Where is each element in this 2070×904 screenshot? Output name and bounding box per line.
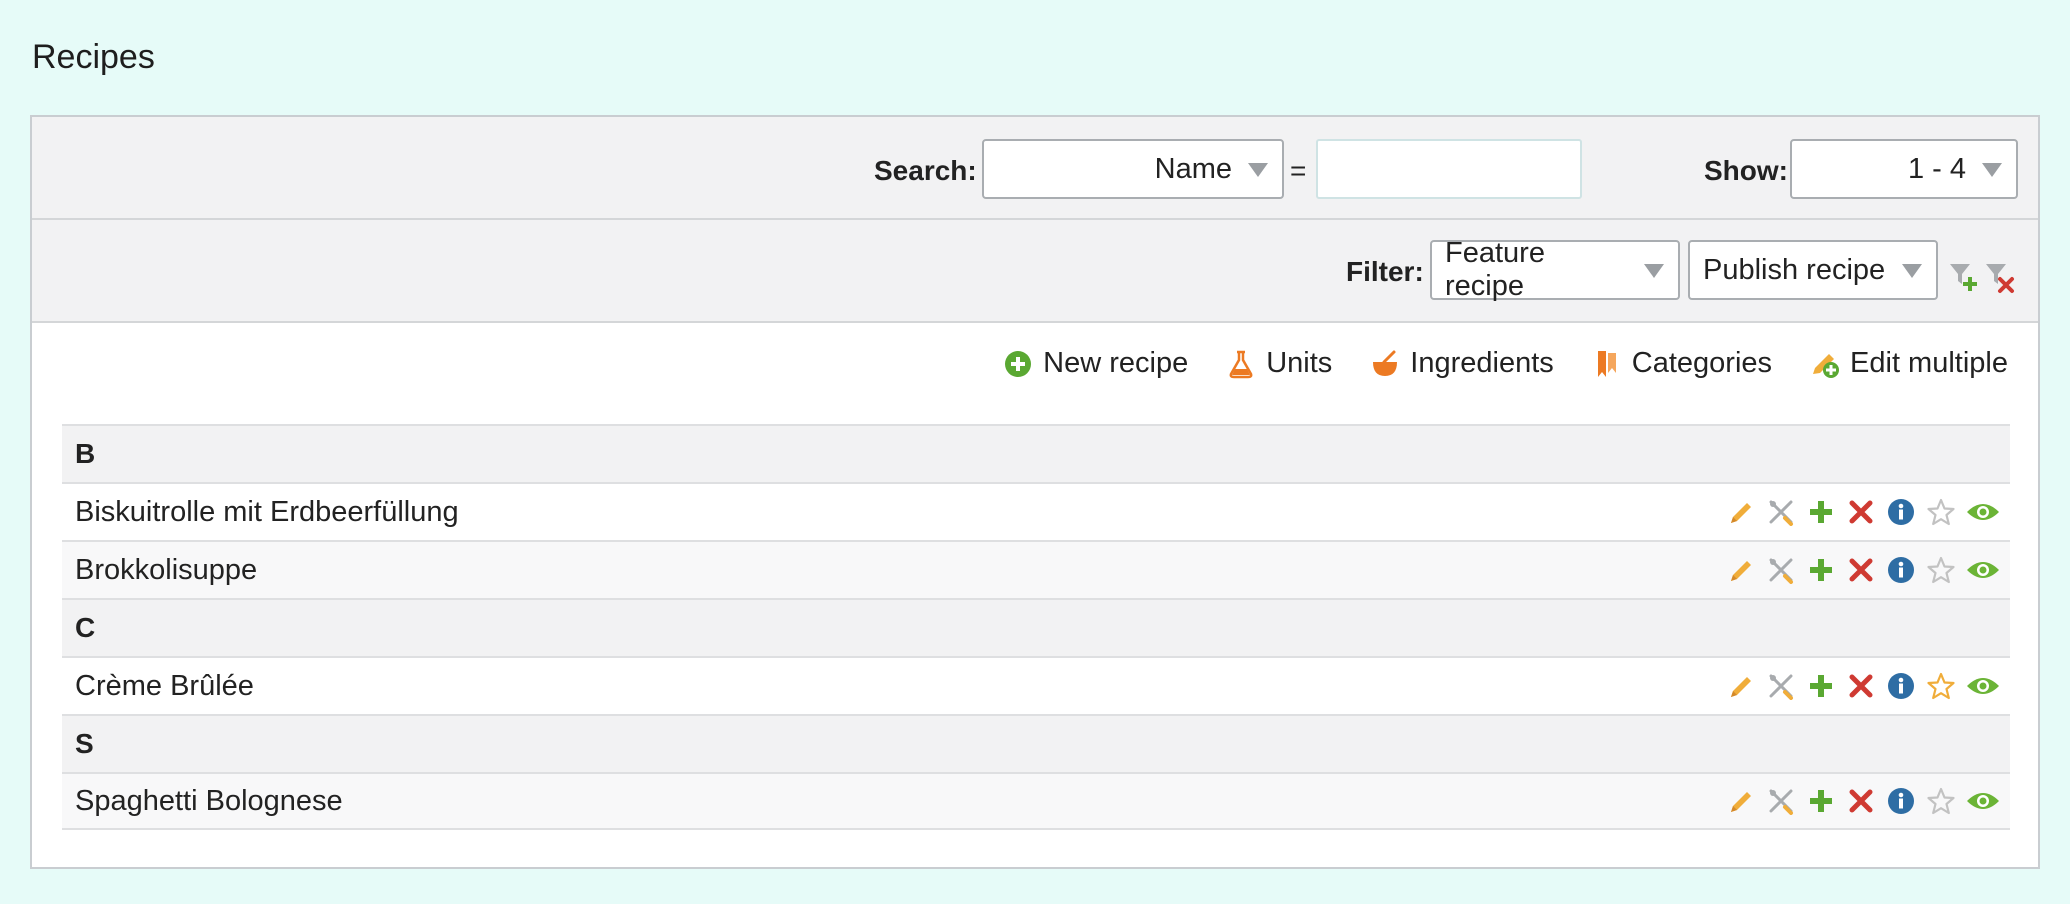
categories-button[interactable]: Categories — [1592, 347, 1772, 380]
show-value: 1 - 4 — [1907, 152, 1966, 185]
edit-multiple-button[interactable]: Edit multiple — [1810, 347, 2008, 380]
delete-icon[interactable] — [1846, 555, 1876, 585]
feature-filter-select[interactable]: Feature recipe — [1430, 237, 1680, 302]
recipes-panel: Search: Name = Show: 1 - 4 Filter: Featu… — [30, 115, 2040, 869]
publish-filter-select[interactable]: Publish recipe — [1688, 240, 1938, 300]
recipe-row: Biskuitrolle mit Erdbeerfüllung — [62, 482, 2010, 540]
group-header: B — [62, 424, 2010, 482]
eye-icon[interactable] — [1966, 786, 2000, 816]
clear-filter-icon[interactable] — [1984, 260, 2016, 299]
show-label: Show: — [1704, 155, 1788, 186]
eye-icon[interactable] — [1966, 555, 2000, 585]
plus-icon[interactable] — [1806, 786, 1836, 816]
tools-icon[interactable] — [1766, 555, 1796, 585]
search-operator: = — [1290, 155, 1307, 186]
plus-icon[interactable] — [1806, 555, 1836, 585]
star-icon[interactable] — [1926, 497, 1956, 527]
ingredients-button[interactable]: Ingredients — [1370, 347, 1554, 380]
edit-multiple-label: Edit multiple — [1850, 347, 2008, 379]
add-filter-icon[interactable] — [1948, 260, 1980, 299]
search-input[interactable] — [1316, 139, 1582, 199]
chevron-down-icon — [1248, 163, 1268, 177]
info-icon[interactable] — [1886, 671, 1916, 701]
tools-icon[interactable] — [1766, 497, 1796, 527]
row-actions — [1726, 671, 2000, 701]
search-bar: Search: Name = Show: 1 - 4 — [32, 117, 2038, 220]
recipe-row: Spaghetti Bolognese — [62, 772, 2010, 830]
recipe-name[interactable]: Brokkolisuppe — [75, 554, 257, 587]
new-recipe-label: New recipe — [1043, 347, 1189, 379]
recipe-list: B Biskuitrolle mit Erdbeerfüllung Brokkol… — [62, 424, 2010, 830]
delete-icon[interactable] — [1846, 671, 1876, 701]
publish-filter-value: Publish recipe — [1703, 253, 1886, 286]
plus-icon[interactable] — [1806, 497, 1836, 527]
search-field-value: Name — [1154, 152, 1232, 185]
group-header: S — [62, 714, 2010, 772]
star-icon[interactable] — [1926, 555, 1956, 585]
filter-label: Filter: — [1346, 256, 1424, 287]
search-field-select[interactable]: Name — [982, 139, 1284, 199]
pencil-icon[interactable] — [1726, 497, 1756, 527]
pencil-icon[interactable] — [1726, 671, 1756, 701]
delete-icon[interactable] — [1846, 497, 1876, 527]
show-select[interactable]: 1 - 4 — [1790, 139, 2018, 199]
recipe-toolbar: New recipe Units Ingredients Categories … — [1003, 347, 2008, 380]
chevron-down-icon — [1982, 163, 2002, 177]
new-recipe-button[interactable]: New recipe — [1003, 347, 1188, 380]
pencil-icon[interactable] — [1726, 786, 1756, 816]
chevron-down-icon — [1644, 264, 1664, 278]
pencil-icon[interactable] — [1726, 555, 1756, 585]
info-icon[interactable] — [1886, 786, 1916, 816]
bookmark-icon — [1597, 350, 1616, 377]
eye-icon[interactable] — [1966, 671, 2000, 701]
recipe-row: Crème Brûlée — [62, 656, 2010, 714]
recipe-name[interactable]: Biskuitrolle mit Erdbeerfüllung — [75, 496, 459, 529]
edit-add-icon — [1813, 353, 1840, 378]
star-icon[interactable] — [1926, 671, 1956, 701]
recipe-name[interactable]: Spaghetti Bolognese — [75, 785, 343, 818]
units-label: Units — [1266, 347, 1333, 379]
delete-icon[interactable] — [1846, 786, 1876, 816]
tools-icon[interactable] — [1766, 671, 1796, 701]
info-icon[interactable] — [1886, 497, 1916, 527]
flask-icon — [1229, 350, 1253, 378]
page-title: Recipes — [32, 38, 155, 76]
feature-filter-value: Feature recipe — [1445, 237, 1545, 302]
filter-bar: Filter: Feature recipe Publish recipe — [32, 220, 2038, 323]
group-header: C — [62, 598, 2010, 656]
tools-icon[interactable] — [1766, 786, 1796, 816]
eye-icon[interactable] — [1966, 497, 2000, 527]
add-circle-icon — [1005, 350, 1032, 377]
row-actions — [1726, 786, 2000, 816]
categories-label: Categories — [1631, 347, 1773, 379]
chevron-down-icon — [1902, 264, 1922, 278]
row-actions — [1726, 555, 2000, 585]
ingredients-label: Ingredients — [1410, 347, 1554, 379]
star-icon[interactable] — [1926, 786, 1956, 816]
recipe-name[interactable]: Crème Brûlée — [75, 670, 254, 703]
plus-icon[interactable] — [1806, 671, 1836, 701]
info-icon[interactable] — [1886, 555, 1916, 585]
search-label: Search: — [874, 155, 977, 186]
row-actions — [1726, 497, 2000, 527]
recipe-row: Brokkolisuppe — [62, 540, 2010, 598]
units-button[interactable]: Units — [1226, 347, 1332, 380]
mortar-icon — [1373, 350, 1398, 376]
